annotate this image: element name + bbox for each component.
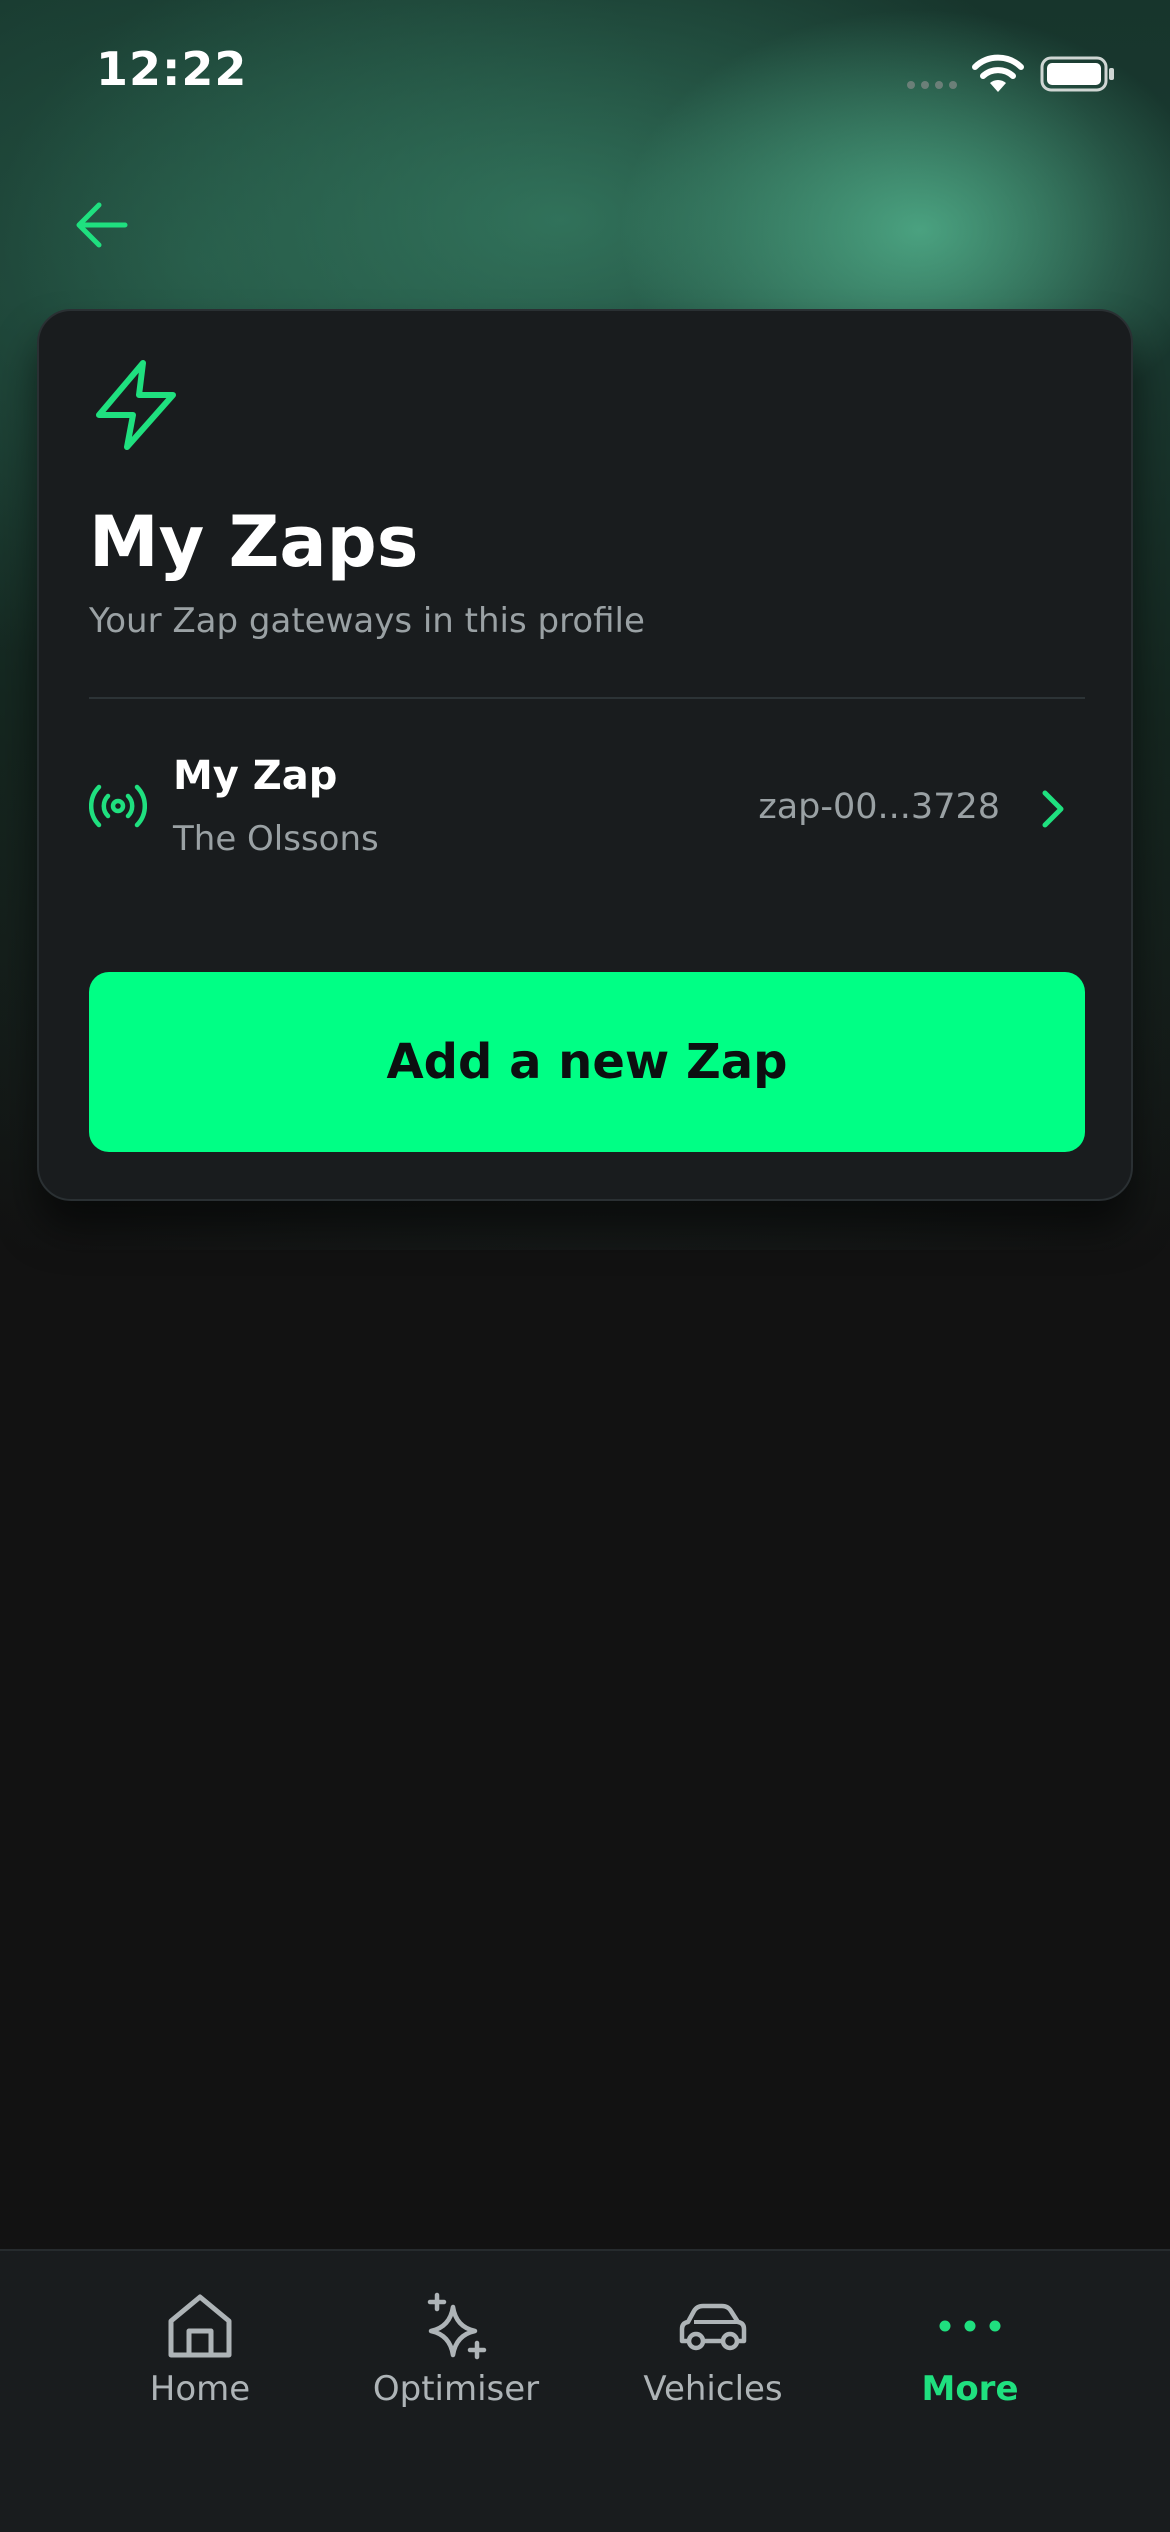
add-new-zap-label: Add a new Zap xyxy=(386,1034,788,1090)
zap-id: zap-00...3728 xyxy=(758,787,1000,827)
page-title: My Zaps xyxy=(89,501,419,583)
cellular-signal-icon xyxy=(907,81,957,89)
bottom-tab-bar: Home Optimiser Vehicles More xyxy=(0,2249,1170,2532)
zap-owner: The Olssons xyxy=(173,819,379,859)
radio-broadcast-icon xyxy=(89,784,147,828)
status-bar: 12:22 xyxy=(0,0,1170,150)
tab-more-label: More xyxy=(921,2369,1019,2409)
arrow-left-icon xyxy=(76,202,128,248)
add-new-zap-button[interactable]: Add a new Zap xyxy=(89,972,1085,1152)
tab-optimiser-label: Optimiser xyxy=(372,2369,540,2409)
my-zaps-card: My Zaps Your Zap gateways in this profil… xyxy=(37,309,1133,1201)
more-dots-icon xyxy=(939,2320,1001,2332)
battery-icon xyxy=(1040,56,1114,92)
divider xyxy=(89,697,1085,699)
tab-more[interactable]: More xyxy=(850,2251,1090,2451)
tab-home[interactable]: Home xyxy=(80,2251,320,2451)
page-subtitle: Your Zap gateways in this profile xyxy=(89,601,645,641)
zap-list-item[interactable]: My Zap The Olssons zap-00...3728 xyxy=(89,731,1085,901)
tab-home-label: Home xyxy=(149,2369,251,2409)
home-icon xyxy=(168,2294,232,2358)
status-time: 12:22 xyxy=(96,42,248,96)
tab-vehicles[interactable]: Vehicles xyxy=(593,2251,833,2451)
wifi-icon xyxy=(972,54,1024,92)
back-button[interactable] xyxy=(66,190,136,260)
car-icon xyxy=(679,2303,747,2351)
lightning-bolt-icon xyxy=(96,360,176,450)
tab-vehicles-label: Vehicles xyxy=(643,2369,783,2409)
zap-name: My Zap xyxy=(173,753,338,799)
tab-optimiser[interactable]: Optimiser xyxy=(336,2251,576,2451)
chevron-right-icon xyxy=(1042,790,1064,828)
sparkles-icon xyxy=(427,2292,487,2360)
